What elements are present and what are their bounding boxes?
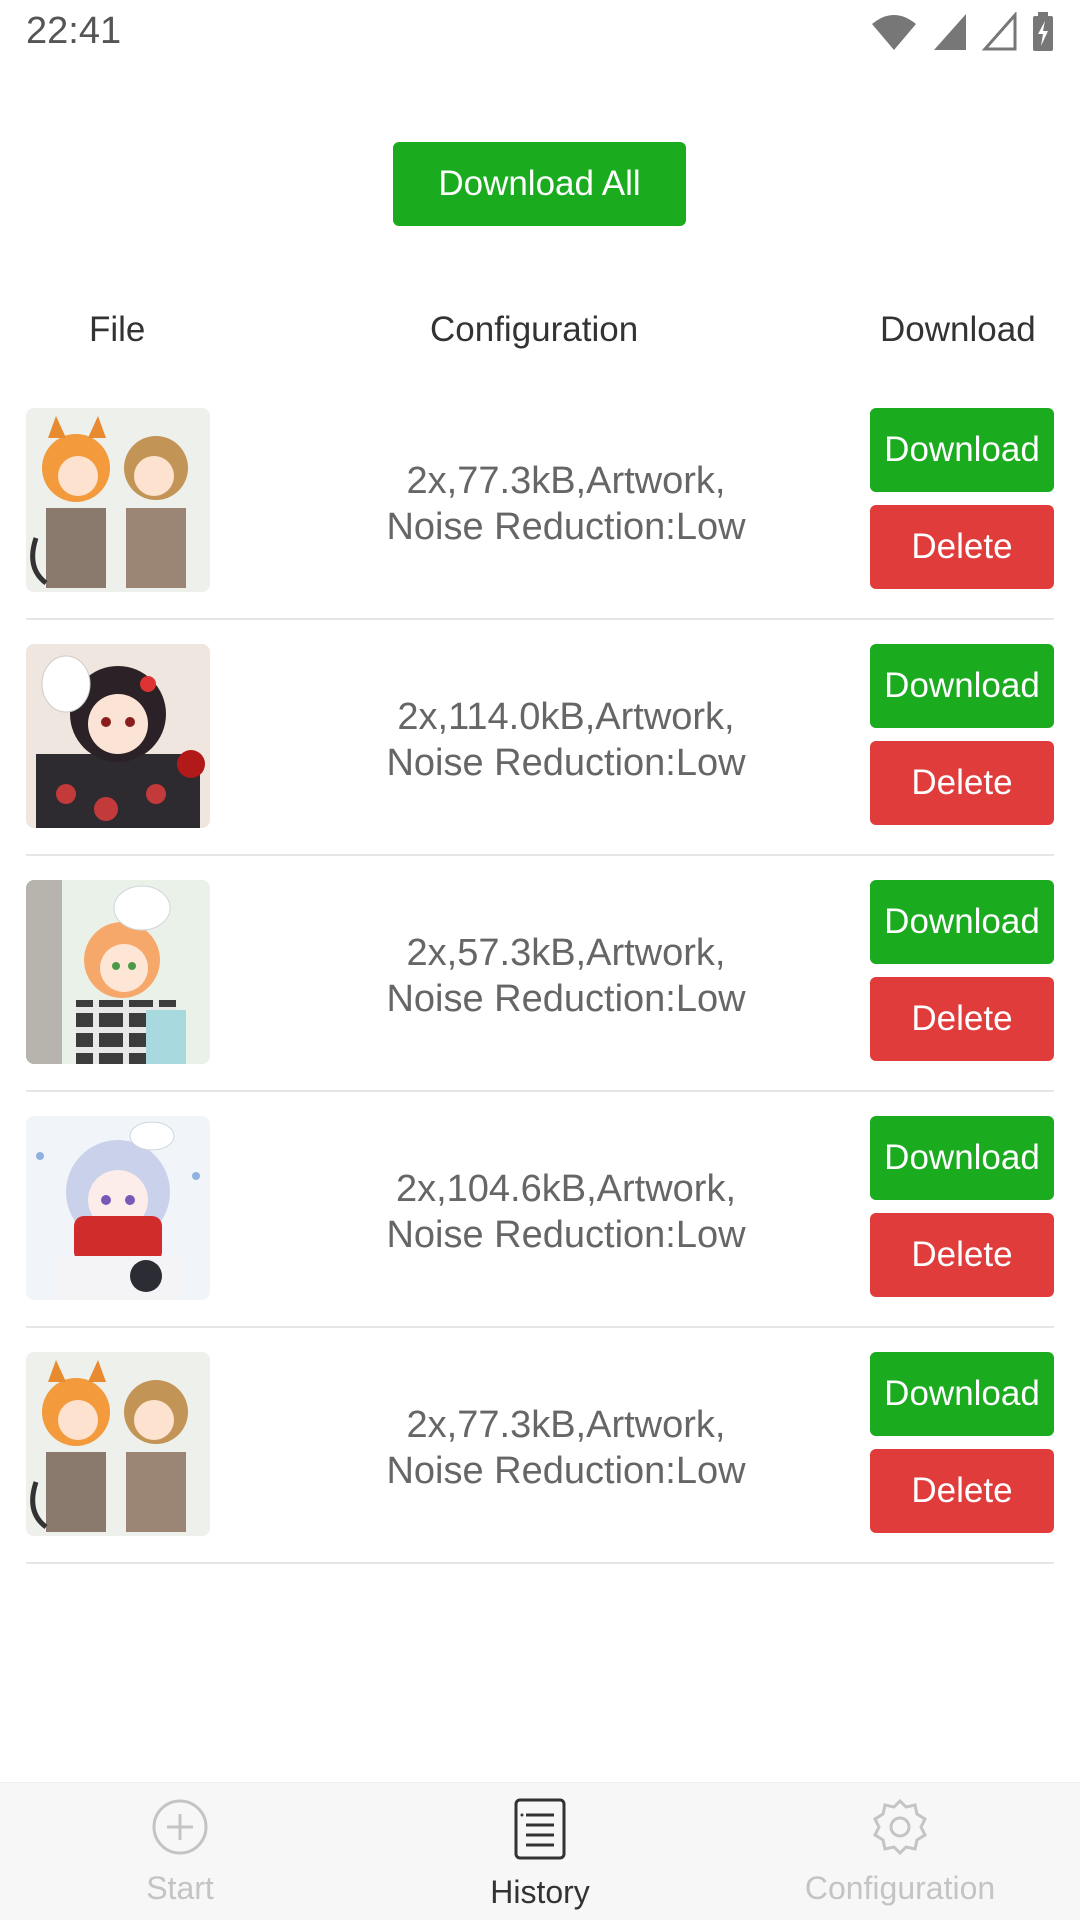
configuration-text: 2x,114.0kB,Artwork, Noise Reduction:Low [226, 670, 906, 810]
tab-history-label: History [490, 1874, 590, 1910]
configuration-line-1: 2x,77.3kB,Artwork, [406, 1404, 726, 1446]
delete-button[interactable]: Delete [870, 505, 1054, 589]
status-icons [870, 12, 1054, 52]
configuration-line-1: 2x,57.3kB,Artwork, [406, 932, 726, 974]
download-button[interactable]: Download [870, 1352, 1054, 1436]
configuration-line-2: Noise Reduction:Low [386, 1450, 746, 1492]
plus-circle-icon [150, 1797, 210, 1862]
thumbnail-image[interactable] [26, 1116, 210, 1300]
configuration-text: 2x,77.3kB,Artwork, Noise Reduction:Low [226, 434, 906, 574]
history-row: 2x,104.6kB,Artwork, Noise Reduction:Low … [26, 1092, 1054, 1328]
tab-start-label: Start [146, 1870, 214, 1906]
configuration-line-2: Noise Reduction:Low [386, 506, 746, 548]
download-button[interactable]: Download [870, 644, 1054, 728]
column-header-configuration: Configuration [430, 310, 639, 349]
delete-button[interactable]: Delete [870, 1213, 1054, 1297]
history-row: 2x,77.3kB,Artwork, Noise Reduction:Low D… [26, 384, 1054, 620]
column-header-download: Download [880, 310, 1036, 349]
thumbnail-image[interactable] [26, 644, 210, 828]
configuration-text: 2x,77.3kB,Artwork, Noise Reduction:Low [226, 1378, 906, 1518]
gear-icon [870, 1797, 930, 1862]
download-all-button[interactable]: Download All [393, 142, 686, 226]
column-header-file: File [89, 310, 146, 349]
configuration-line-2: Noise Reduction:Low [386, 742, 746, 784]
bottom-tab-bar: Start History Configuration [0, 1782, 1080, 1920]
thumbnail-image[interactable] [26, 408, 210, 592]
history-list: 2x,77.3kB,Artwork, Noise Reduction:Low D… [26, 384, 1054, 1564]
wifi-icon [870, 12, 918, 52]
thumbnail-image[interactable] [26, 880, 210, 1064]
history-row: 2x,77.3kB,Artwork, Noise Reduction:Low D… [26, 1328, 1054, 1564]
tab-start[interactable]: Start [0, 1783, 360, 1920]
configuration-text: 2x,57.3kB,Artwork, Noise Reduction:Low [226, 906, 906, 1046]
battery-charging-icon [1032, 12, 1054, 52]
download-button[interactable]: Download [870, 1116, 1054, 1200]
delete-button[interactable]: Delete [870, 1449, 1054, 1533]
download-button[interactable]: Download [870, 880, 1054, 964]
configuration-line-2: Noise Reduction:Low [386, 1214, 746, 1256]
download-button[interactable]: Download [870, 408, 1054, 492]
signal-icon [932, 12, 968, 52]
list-document-icon [510, 1797, 570, 1866]
delete-button[interactable]: Delete [870, 977, 1054, 1061]
configuration-line-1: 2x,77.3kB,Artwork, [406, 460, 726, 502]
tab-configuration-label: Configuration [804, 1870, 996, 1906]
signal-empty-icon [982, 12, 1018, 52]
tab-history[interactable]: History [360, 1783, 720, 1920]
configuration-text: 2x,104.6kB,Artwork, Noise Reduction:Low [226, 1142, 906, 1282]
thumbnail-image[interactable] [26, 1352, 210, 1536]
configuration-line-2: Noise Reduction:Low [386, 978, 746, 1020]
history-row: 2x,57.3kB,Artwork, Noise Reduction:Low D… [26, 856, 1054, 1092]
status-bar: 22:41 [0, 0, 1080, 66]
tab-configuration[interactable]: Configuration [720, 1783, 1080, 1920]
status-time: 22:41 [26, 10, 122, 52]
configuration-line-1: 2x,104.6kB,Artwork, [395, 1168, 737, 1210]
configuration-line-1: 2x,114.0kB,Artwork, [397, 696, 735, 738]
delete-button[interactable]: Delete [870, 741, 1054, 825]
history-row: 2x,114.0kB,Artwork, Noise Reduction:Low … [26, 620, 1054, 856]
